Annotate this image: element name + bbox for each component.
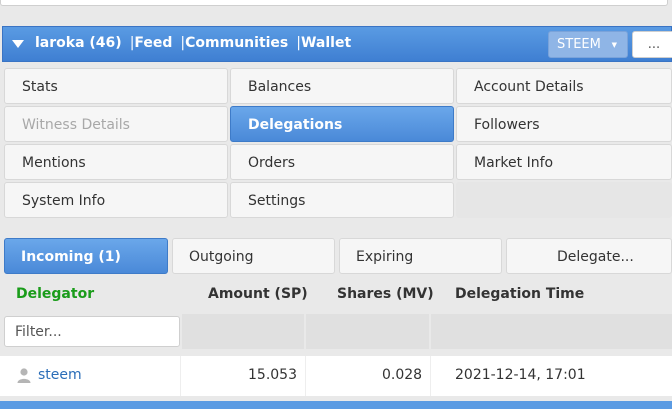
account-link[interactable]: laroka (46) — [35, 35, 122, 51]
header-nav: laroka (46) |Feed |Communities |Wallet — [35, 35, 351, 51]
tab-outgoing[interactable]: Outgoing — [172, 238, 335, 274]
filter-cell-shares — [306, 314, 429, 349]
column-header-delegation-time[interactable]: Delegation Time — [455, 286, 584, 302]
user-icon — [17, 368, 31, 383]
filter-cell-time — [431, 314, 672, 349]
menu-account-details[interactable]: Account Details — [456, 68, 672, 104]
nav-wallet[interactable]: Wallet — [301, 35, 351, 51]
tab-incoming[interactable]: Incoming (1) — [4, 238, 168, 274]
filter-cell-amount — [182, 314, 304, 349]
nav-communities[interactable]: Communities — [185, 35, 288, 51]
column-divider — [430, 356, 431, 396]
menu-followers[interactable]: Followers — [456, 106, 672, 142]
menu-market-info[interactable]: Market Info — [456, 144, 672, 180]
menu-balances[interactable]: Balances — [230, 68, 454, 104]
column-divider — [305, 356, 306, 396]
column-header-shares[interactable]: Shares (MV) — [337, 286, 434, 302]
column-header-amount[interactable]: Amount (SP) — [208, 286, 308, 302]
filter-input[interactable] — [4, 316, 180, 347]
chevron-down-icon: ▼ — [611, 41, 617, 49]
table-row: steem 15.053 0.028 2021-12-14, 17:01 — [0, 356, 672, 396]
menu-witness-details: Witness Details — [4, 106, 228, 142]
menu-empty-cell — [456, 182, 672, 218]
shares-value: 0.028 — [382, 367, 423, 383]
menu-system-info[interactable]: System Info — [4, 182, 228, 218]
column-header-delegator[interactable]: Delegator — [16, 286, 94, 302]
currency-select[interactable]: STEEM ▼ — [548, 31, 628, 58]
delegate-button[interactable]: Delegate... — [506, 238, 672, 274]
delegator-link[interactable]: steem — [38, 367, 82, 383]
menu-delegations[interactable]: Delegations — [230, 106, 454, 142]
top-panel — [0, 0, 668, 6]
menu-stats[interactable]: Stats — [4, 68, 228, 104]
nav-feed[interactable]: Feed — [134, 35, 172, 51]
currency-value: STEEM — [557, 37, 601, 52]
more-button[interactable]: ... — [632, 31, 672, 58]
top-strip — [0, 0, 672, 10]
menu-orders[interactable]: Orders — [230, 144, 454, 180]
delegation-time-value: 2021-12-14, 17:01 — [455, 367, 586, 383]
menu-mentions[interactable]: Mentions — [4, 144, 228, 180]
menu-settings[interactable]: Settings — [230, 182, 454, 218]
amount-value: 15.053 — [248, 367, 297, 383]
header-bar: laroka (46) |Feed |Communities |Wallet STEE… — [2, 26, 672, 62]
tab-expiring[interactable]: Expiring — [339, 238, 502, 274]
caret-down-icon[interactable] — [12, 40, 24, 48]
bottom-bar — [0, 401, 672, 409]
column-divider — [180, 356, 181, 396]
